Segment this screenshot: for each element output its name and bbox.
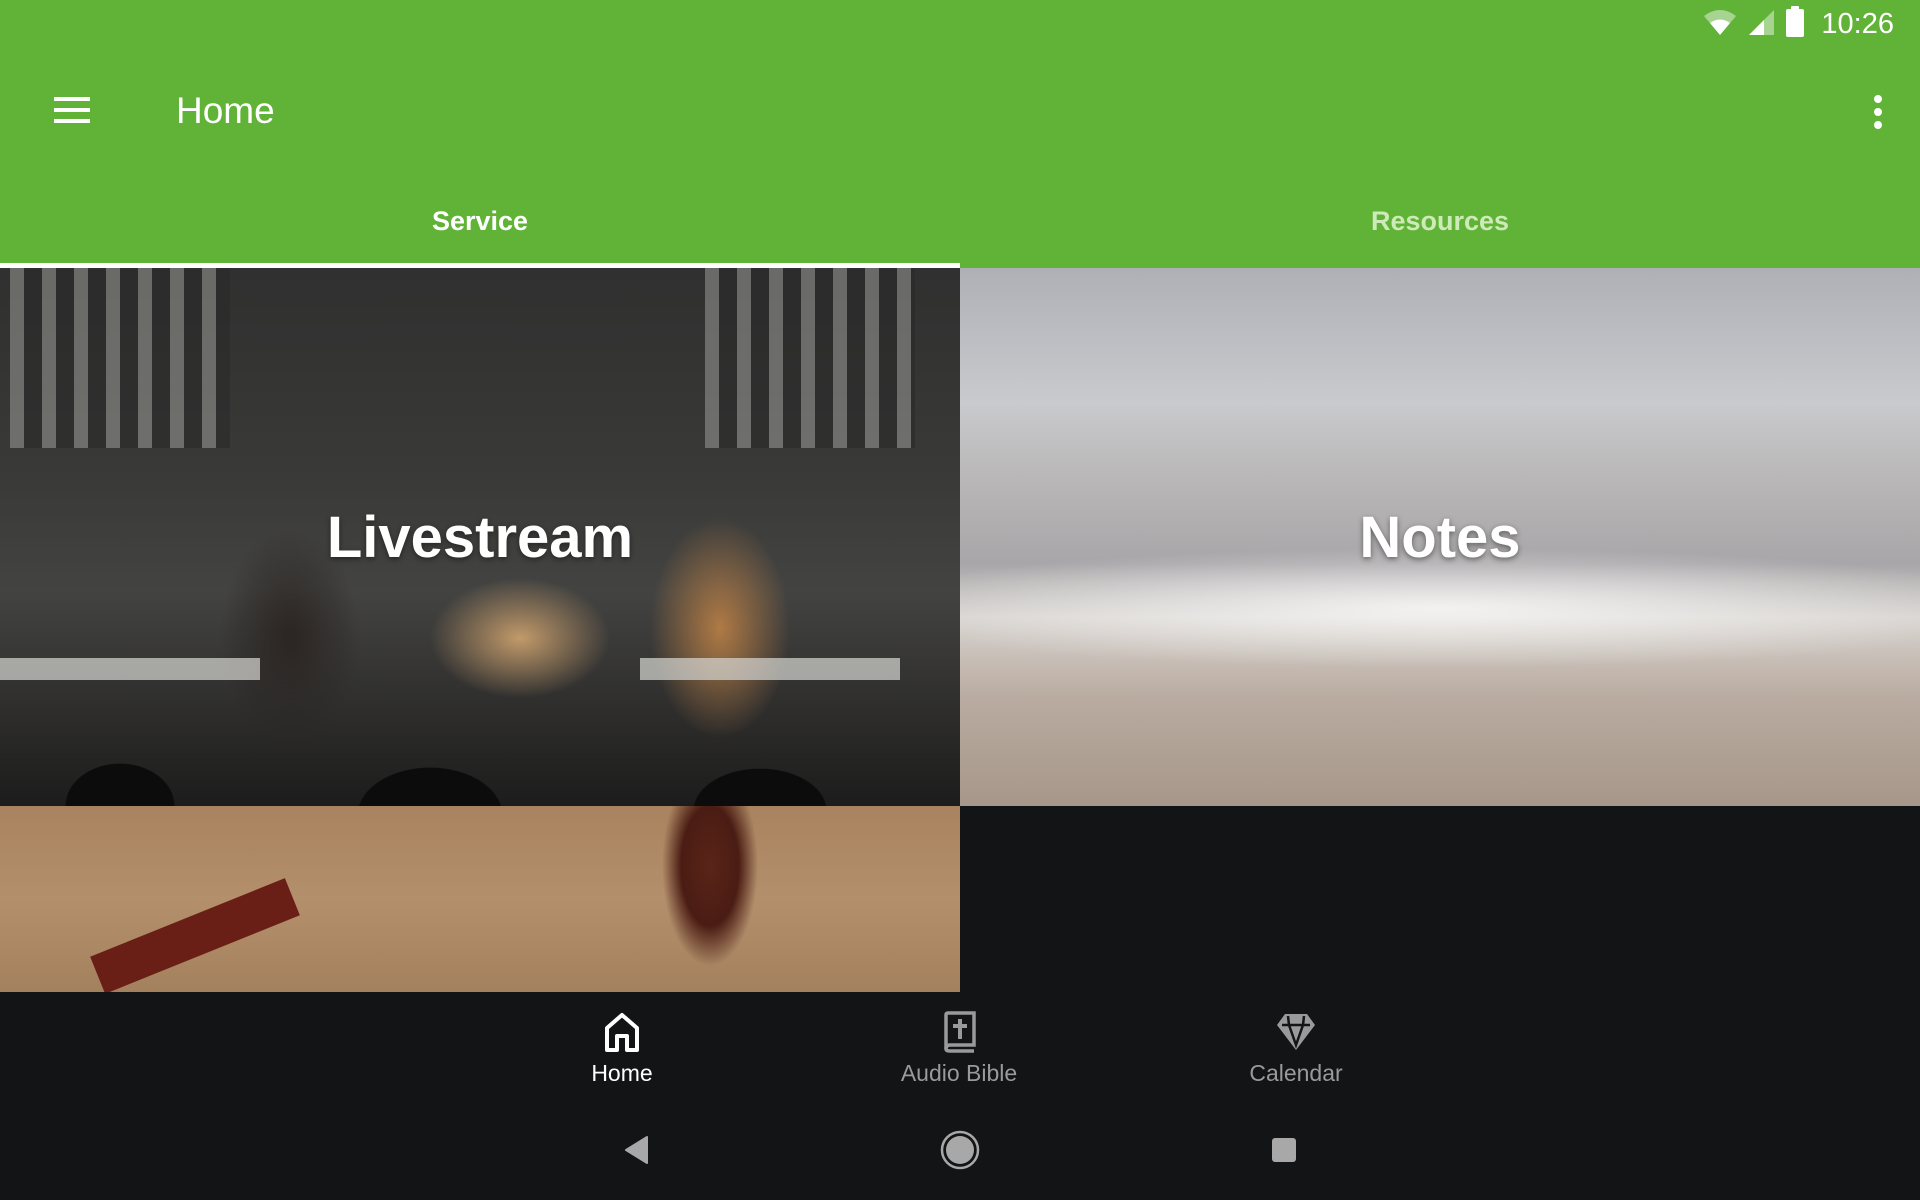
bible-icon xyxy=(942,1010,976,1054)
tab-bar: Service Resources xyxy=(0,178,1920,268)
nav-label: Calendar xyxy=(1249,1060,1343,1086)
stage-backdrop-image xyxy=(10,268,230,448)
hamburger-menu-icon xyxy=(52,95,92,130)
system-recents-button[interactable] xyxy=(1256,1128,1312,1176)
overflow-menu-button[interactable] xyxy=(1858,86,1898,142)
page-title: Home xyxy=(176,90,275,131)
app-bar: Home xyxy=(0,48,1920,178)
tab-label: Resources xyxy=(1370,205,1510,236)
more-vert-icon xyxy=(1872,94,1884,135)
tab-label: Service xyxy=(431,205,529,236)
tile-label: Livestream xyxy=(326,504,634,570)
menu-button[interactable] xyxy=(44,88,100,136)
bookmark-ribbon-image xyxy=(90,878,300,992)
back-icon xyxy=(623,1135,649,1170)
tab-service[interactable]: Service xyxy=(0,178,960,268)
clock: 10:26 xyxy=(1821,7,1894,40)
wifi-icon xyxy=(1703,8,1737,41)
status-icons: 10:26 xyxy=(1703,5,1894,43)
system-home-button[interactable] xyxy=(932,1128,988,1176)
bottom-navigation: Home Audio Bible Calendar xyxy=(0,992,1920,1100)
audience-image xyxy=(0,696,960,806)
content-grid: Livestream Notes xyxy=(0,268,1920,992)
home-circle-icon xyxy=(939,1129,981,1176)
tile-livestream[interactable]: Livestream xyxy=(0,268,960,806)
battery-icon xyxy=(1785,5,1805,43)
keyboard-image xyxy=(0,658,960,680)
tile-label: Notes xyxy=(1359,504,1521,570)
system-navigation-bar xyxy=(0,1100,1920,1200)
tile-notes[interactable]: Notes xyxy=(960,268,1920,806)
home-icon xyxy=(604,1010,640,1054)
diamond-icon xyxy=(1275,1010,1317,1054)
nav-calendar[interactable]: Calendar xyxy=(1186,992,1406,1100)
status-bar: 10:26 xyxy=(0,0,1920,48)
tile-bible[interactable] xyxy=(0,806,960,992)
recents-icon xyxy=(1270,1136,1298,1169)
stage-backdrop-image xyxy=(705,268,915,448)
tab-resources[interactable]: Resources xyxy=(960,178,1920,268)
nav-label: Home xyxy=(591,1060,653,1086)
nav-label: Audio Bible xyxy=(900,1060,1018,1086)
nav-audio-bible[interactable]: Audio Bible xyxy=(849,992,1069,1100)
cellular-signal-icon xyxy=(1747,8,1775,41)
nav-home[interactable]: Home xyxy=(512,992,732,1100)
system-back-button[interactable] xyxy=(608,1128,664,1176)
